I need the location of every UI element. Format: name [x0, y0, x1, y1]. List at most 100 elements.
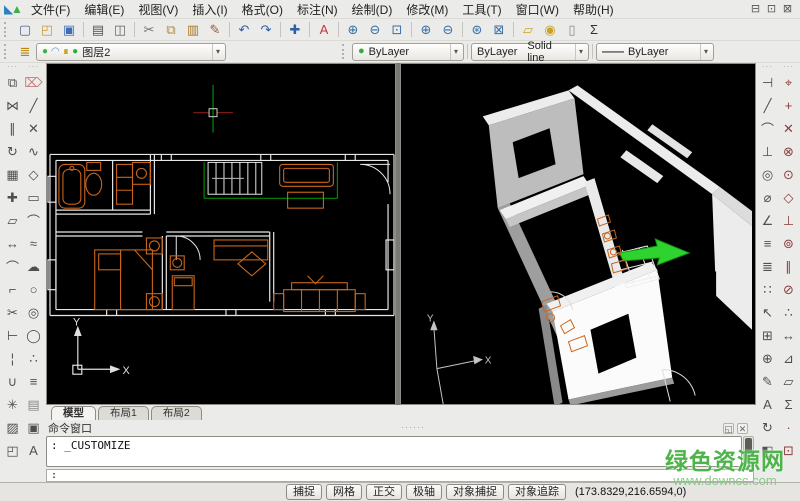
- snap-none-icon[interactable]: ⊘: [778, 278, 799, 301]
- viewport-2d-plan[interactable]: Y X: [46, 63, 396, 405]
- command-scrollbar[interactable]: [743, 436, 754, 467]
- print-preview-icon[interactable]: ◫: [109, 20, 131, 39]
- toolbar-grip[interactable]: [4, 22, 11, 37]
- measure-area-icon[interactable]: ▱: [778, 370, 799, 393]
- erase-tool-icon[interactable]: ⌦: [23, 71, 44, 94]
- construction-line-tool-icon[interactable]: ✕: [23, 117, 44, 140]
- ellipse-tool-icon[interactable]: ◯: [23, 324, 44, 347]
- zoom-previous-icon[interactable]: ⊖: [364, 20, 386, 39]
- multileader-icon[interactable]: ↖: [757, 301, 778, 324]
- palette-grip[interactable]: ···: [783, 64, 794, 70]
- viewport-3d-view[interactable]: Y X: [400, 63, 756, 405]
- move-tool-icon[interactable]: ✚: [2, 186, 23, 209]
- chamfer-tool-icon[interactable]: ⌐: [2, 278, 23, 301]
- linetype-dropdown[interactable]: ByLayer Solid line: [471, 43, 589, 61]
- copy-tool-icon[interactable]: ⧉: [2, 71, 23, 94]
- region-tool-icon[interactable]: ▣: [23, 416, 44, 439]
- zoom-window-icon[interactable]: ⊡: [386, 20, 408, 39]
- tolerance-icon[interactable]: ⊞: [757, 324, 778, 347]
- toggle-polar[interactable]: 极轴: [406, 484, 442, 500]
- menu-format[interactable]: 格式(O): [235, 0, 290, 19]
- dock-icon[interactable]: ◱: [723, 423, 734, 434]
- brush-icon[interactable]: ✎: [204, 20, 226, 39]
- splitter-handle[interactable]: ······: [401, 422, 425, 432]
- snap-nearest-icon[interactable]: ·: [778, 416, 799, 439]
- zoom-extents-icon[interactable]: ⊠: [488, 20, 510, 39]
- menu-tools[interactable]: 工具(T): [455, 0, 508, 19]
- measure-angle-icon[interactable]: ⊿: [778, 347, 799, 370]
- menu-insert[interactable]: 插入(I): [185, 0, 234, 19]
- menu-draw[interactable]: 绘制(D): [345, 0, 400, 19]
- scrollbar-thumb[interactable]: [745, 438, 752, 454]
- extend-tool-icon[interactable]: ⊢: [2, 324, 23, 347]
- rotate-tool-icon[interactable]: ↻: [2, 140, 23, 163]
- layer-manager-icon[interactable]: ≣: [14, 42, 36, 61]
- snap-insert-icon[interactable]: ⊡: [778, 439, 799, 462]
- multiline-tool-icon[interactable]: ≡: [23, 370, 44, 393]
- toolbar-grip[interactable]: [4, 44, 11, 59]
- snap-parallel-icon[interactable]: ∥: [778, 255, 799, 278]
- snap-quadrant-icon[interactable]: ◇: [778, 186, 799, 209]
- layer-dropdown[interactable]: ●◠∎● 图层2: [36, 43, 226, 61]
- polyline-tool-icon[interactable]: ∿: [23, 140, 44, 163]
- group-tool-icon[interactable]: ◰: [2, 439, 23, 462]
- new-file-icon[interactable]: ▢: [14, 20, 36, 39]
- close-button[interactable]: ⊠: [781, 3, 794, 16]
- restore-button[interactable]: ⊡: [765, 3, 778, 16]
- command-prompt-input[interactable]: :: [46, 469, 754, 482]
- toggle-ortho[interactable]: 正交: [366, 484, 402, 500]
- open-folder-icon[interactable]: ◰: [36, 20, 58, 39]
- toggle-grid[interactable]: 网格: [326, 484, 362, 500]
- measure-distance-icon[interactable]: ↔: [778, 324, 799, 347]
- dim-style-icon[interactable]: ◧: [757, 439, 778, 462]
- snap-endpoint-icon[interactable]: ✕: [778, 117, 799, 140]
- break-tool-icon[interactable]: ¦: [2, 347, 23, 370]
- zoom-out-icon[interactable]: ⊖: [437, 20, 459, 39]
- donut-tool-icon[interactable]: ◎: [23, 301, 44, 324]
- point-style-icon[interactable]: ∴: [778, 301, 799, 324]
- arc-tool-icon[interactable]: ⌒: [23, 209, 44, 232]
- toggle-otrack[interactable]: 对象追踪: [508, 484, 566, 500]
- text-tool-icon[interactable]: A: [23, 439, 44, 462]
- offset-tool-icon[interactable]: ∥: [2, 117, 23, 140]
- menu-file[interactable]: 文件(F): [24, 0, 77, 19]
- dim-linear-icon[interactable]: ⊣: [757, 71, 778, 94]
- quick-dim-icon[interactable]: ≡: [757, 232, 778, 255]
- polygon-tool-icon[interactable]: ◇: [23, 163, 44, 186]
- menu-modify[interactable]: 修改(M): [399, 0, 455, 19]
- snap-midpoint-icon[interactable]: ⊗: [778, 140, 799, 163]
- color-text-icon[interactable]: A: [313, 20, 335, 39]
- palette-grip[interactable]: ···: [28, 64, 39, 70]
- dim-diameter-icon[interactable]: ⌀: [757, 186, 778, 209]
- print-icon[interactable]: ▤: [87, 20, 109, 39]
- dim-text-edit-icon[interactable]: A: [757, 393, 778, 416]
- tab-model[interactable]: 模型: [51, 406, 96, 420]
- snap-from-icon[interactable]: +: [778, 94, 799, 117]
- dim-angular-icon[interactable]: ∠: [757, 209, 778, 232]
- dim-aligned-icon[interactable]: ╱: [757, 94, 778, 117]
- dim-continue-icon[interactable]: ∷: [757, 278, 778, 301]
- color-dropdown[interactable]: ● ByLayer: [352, 43, 464, 61]
- redo-icon[interactable]: ↷: [255, 20, 277, 39]
- render-icon[interactable]: ◉: [539, 20, 561, 39]
- palette-grip[interactable]: ···: [7, 64, 18, 70]
- mirror-tool-icon[interactable]: ⋈: [2, 94, 23, 117]
- measure-icon[interactable]: ▱: [517, 20, 539, 39]
- tab-layout1[interactable]: 布局1: [98, 406, 149, 420]
- zoom-all-icon[interactable]: ⊛: [466, 20, 488, 39]
- point-tool-icon[interactable]: ∴: [23, 347, 44, 370]
- menu-dimension[interactable]: 标注(N): [290, 0, 345, 19]
- dim-edit-icon[interactable]: ✎: [757, 370, 778, 393]
- trim-tool-icon[interactable]: ✂: [2, 301, 23, 324]
- toolbar-grip[interactable]: [342, 44, 349, 59]
- snap-tangent-icon[interactable]: ⊚: [778, 232, 799, 255]
- rectangle-tool-icon[interactable]: ▭: [23, 186, 44, 209]
- dim-baseline-icon[interactable]: ≣: [757, 255, 778, 278]
- tab-layout2[interactable]: 布局2: [151, 406, 202, 420]
- scale-tool-icon[interactable]: ▱: [2, 209, 23, 232]
- list-properties-icon[interactable]: Σ: [778, 393, 799, 416]
- lineweight-dropdown[interactable]: —— ByLayer: [596, 43, 714, 61]
- save-icon[interactable]: ▣: [58, 20, 80, 39]
- dim-radius-icon[interactable]: ◎: [757, 163, 778, 186]
- dim-ordinate-icon[interactable]: ⊥: [757, 140, 778, 163]
